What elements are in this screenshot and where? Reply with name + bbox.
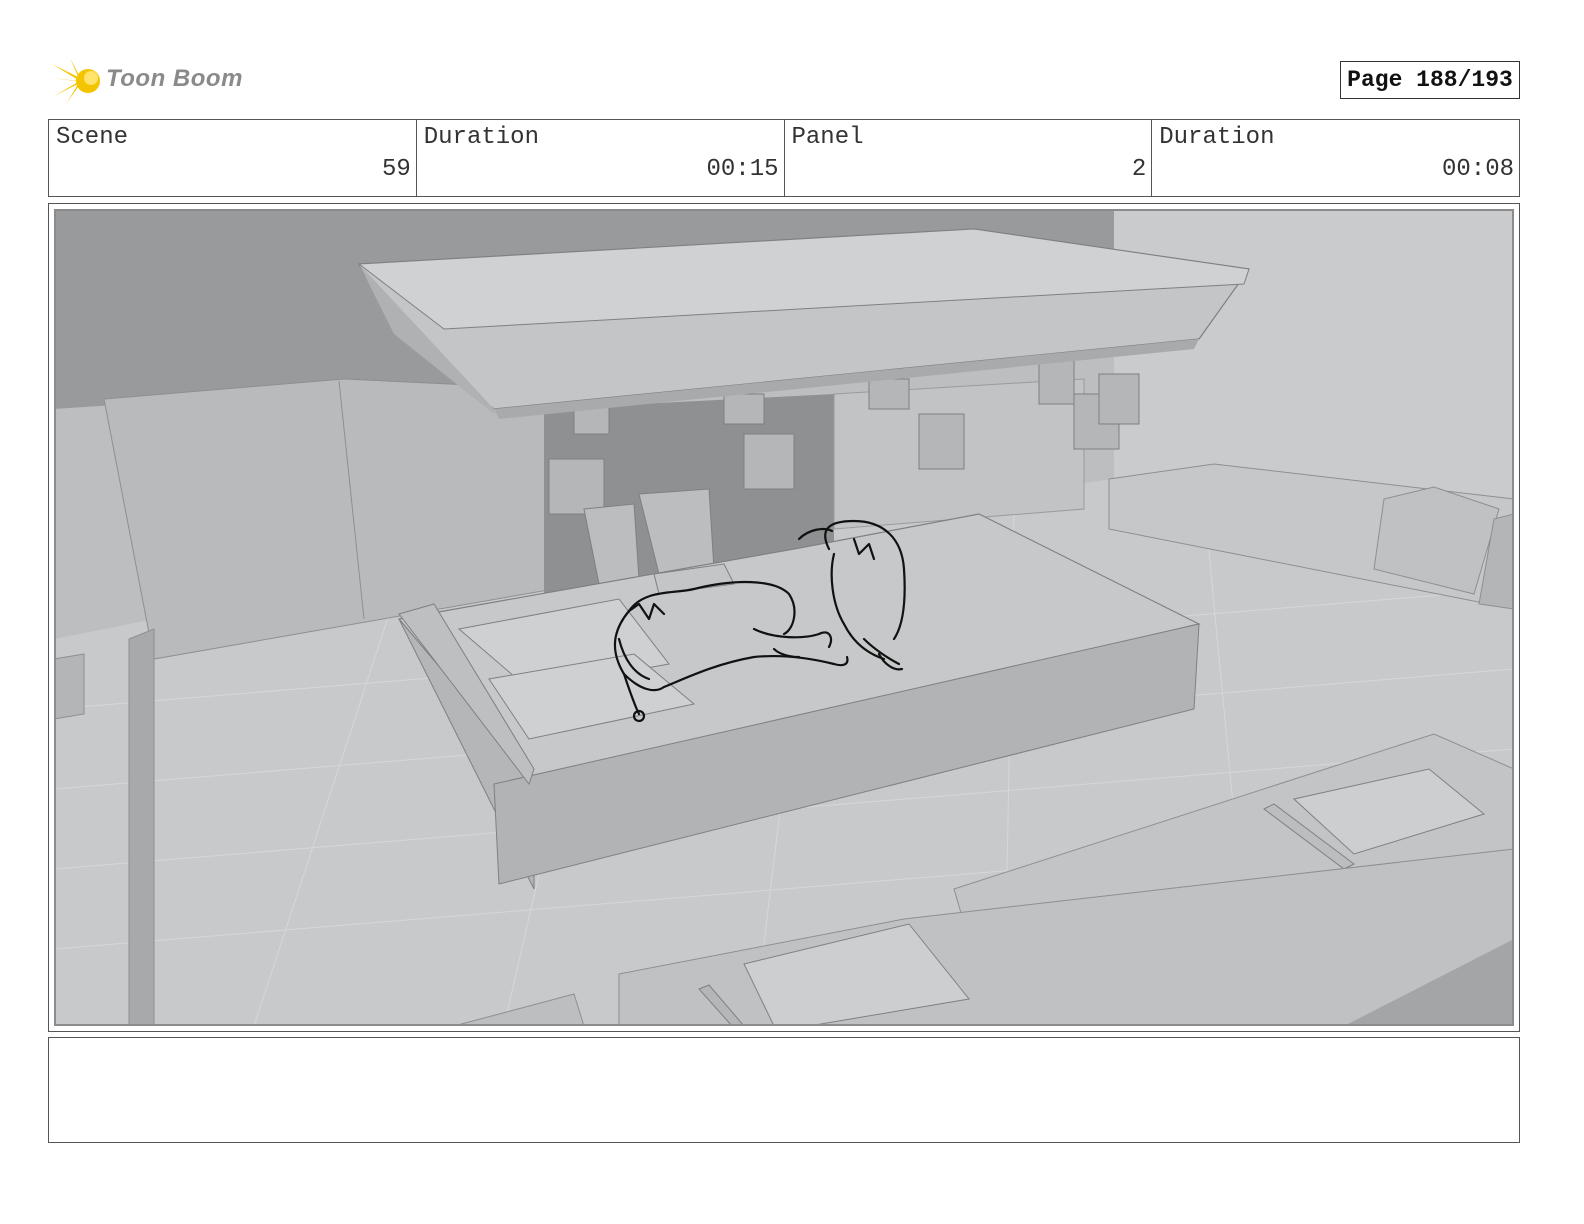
scene-duration-label: Duration [423, 124, 539, 151]
scene-value: 59 [381, 156, 411, 183]
page-number: Page 188/193 [1340, 61, 1520, 99]
scene-cell: Scene 59 [49, 120, 417, 196]
panel-info-table: Scene 59 Duration 00:15 Panel 2 Duration… [48, 119, 1520, 197]
storyboard-panel-frame [48, 203, 1520, 1032]
logo-text: Toon Boom [106, 65, 243, 92]
storyboard-panel-image [54, 209, 1514, 1026]
scene-label: Scene [56, 124, 129, 151]
panel-duration-cell: Duration 00:08 [1152, 120, 1519, 196]
scene-duration-value: 00:15 [706, 156, 779, 183]
panel-notes-box [48, 1037, 1520, 1143]
sun-burst-icon [50, 58, 100, 104]
scene-drawing [54, 209, 1514, 1026]
scene-duration-cell: Duration 00:15 [417, 120, 785, 196]
panel-duration-value: 00:08 [1441, 156, 1514, 183]
panel-label: Panel [791, 124, 864, 151]
panel-cell: Panel 2 [785, 120, 1153, 196]
panel-value: 2 [1131, 156, 1147, 183]
toon-boom-logo: Toon Boom [50, 56, 250, 106]
panel-duration-label: Duration [1159, 124, 1275, 151]
